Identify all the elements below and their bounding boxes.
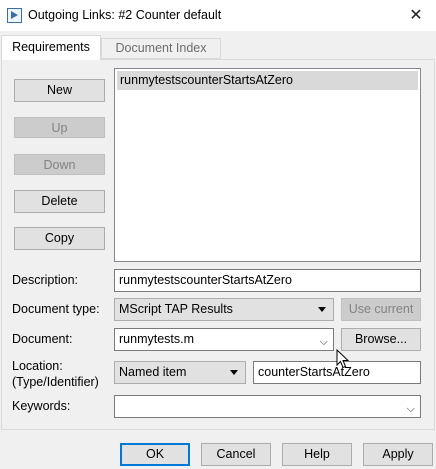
delete-button[interactable]: Delete [14, 190, 105, 213]
use-current-button[interactable]: Use current [341, 298, 421, 321]
close-button[interactable]: ✕ [404, 5, 428, 27]
cancel-button[interactable]: Cancel [201, 443, 271, 466]
document-type-label: Document type: [12, 302, 100, 316]
dropdown-arrow-icon [230, 370, 238, 375]
keywords-label: Keywords: [12, 399, 71, 413]
location-type-value: Named item [119, 365, 187, 379]
down-button[interactable]: Down [14, 154, 105, 175]
location-label-line1: Location: [12, 359, 63, 373]
up-button[interactable]: Up [14, 117, 105, 138]
title-bar: Outgoing Links: #2 Counter default ✕ [0, 0, 436, 31]
new-button[interactable]: New [14, 79, 105, 102]
ok-button[interactable]: OK [120, 443, 190, 466]
location-label-line2: (Type/Identifier) [12, 375, 99, 389]
help-button[interactable]: Help [282, 443, 352, 466]
window-title: Outgoing Links: #2 Counter default [28, 8, 222, 22]
keywords-combo[interactable]: ⌵ [114, 395, 421, 418]
apply-button[interactable]: Apply [363, 443, 433, 466]
app-icon [7, 8, 22, 23]
chevron-down-icon: ⌵ [319, 336, 328, 348]
list-item[interactable]: runmytestscounterStartsAtZero [117, 71, 418, 90]
document-value: runmytests.m [119, 332, 195, 346]
mouse-pointer-icon [336, 349, 350, 369]
location-label: Location: (Type/Identifier) [12, 358, 99, 390]
tab-requirements[interactable]: Requirements [1, 35, 101, 60]
tab-document-index[interactable]: Document Index [101, 38, 221, 59]
close-icon: ✕ [409, 7, 423, 24]
description-label: Description: [12, 273, 78, 287]
document-type-value: MScript TAP Results [119, 302, 233, 316]
chevron-down-icon: ⌵ [406, 403, 415, 415]
copy-button[interactable]: Copy [14, 227, 105, 250]
document-label: Document: [12, 332, 73, 346]
description-field[interactable]: runmytestscounterStartsAtZero [114, 269, 421, 292]
document-type-select[interactable]: MScript TAP Results [114, 298, 334, 321]
requirements-list[interactable]: runmytestscounterStartsAtZero [114, 68, 421, 262]
dropdown-arrow-icon [318, 307, 326, 312]
document-combo[interactable]: runmytests.m ⌵ [114, 328, 334, 351]
browse-button[interactable]: Browse... [341, 328, 421, 351]
location-type-select[interactable]: Named item [114, 361, 246, 384]
